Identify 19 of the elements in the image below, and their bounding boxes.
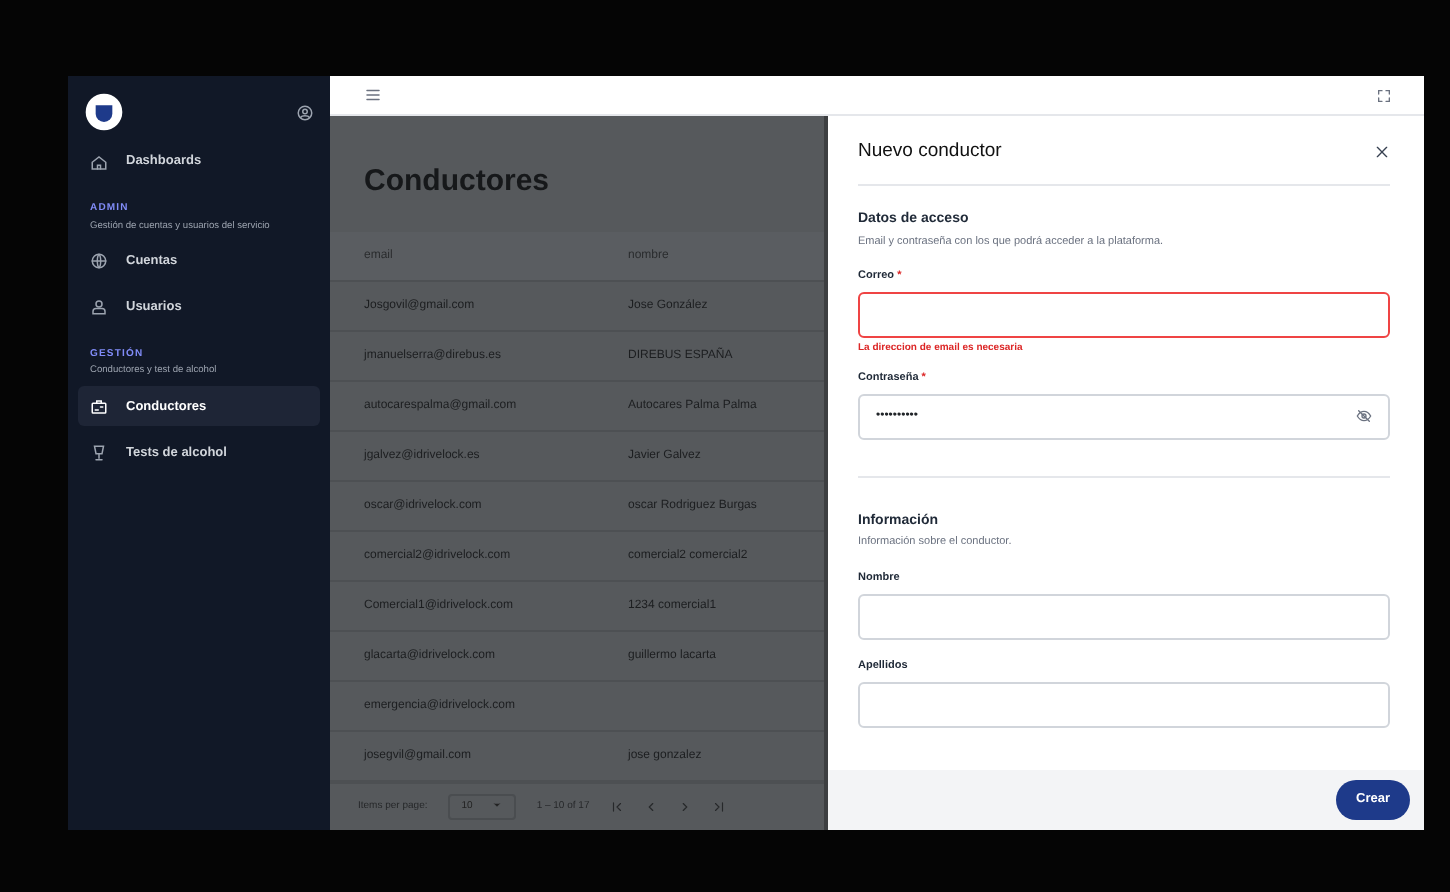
globe-icon bbox=[90, 252, 108, 271]
home-icon bbox=[90, 153, 108, 171]
eye-slash-icon[interactable] bbox=[1356, 408, 1372, 425]
previous-page-icon[interactable] bbox=[643, 800, 658, 814]
last-page-icon[interactable] bbox=[711, 800, 726, 814]
logo-icon bbox=[84, 92, 124, 132]
fullscreen-icon[interactable] bbox=[1376, 87, 1392, 103]
drawer-title: Nuevo conductor bbox=[858, 137, 1002, 166]
caret-icon bbox=[492, 799, 503, 810]
users-icon bbox=[90, 298, 108, 317]
close-icon[interactable] bbox=[1374, 144, 1390, 160]
next-page-icon[interactable] bbox=[677, 800, 692, 814]
first-page-icon[interactable] bbox=[609, 800, 624, 814]
id-card-icon bbox=[90, 397, 108, 416]
menu-icon[interactable] bbox=[364, 86, 382, 104]
user-icon[interactable] bbox=[296, 103, 314, 121]
input-field[interactable] bbox=[858, 292, 1390, 338]
cup-icon bbox=[90, 443, 108, 462]
page-title: Conductores bbox=[364, 162, 552, 202]
